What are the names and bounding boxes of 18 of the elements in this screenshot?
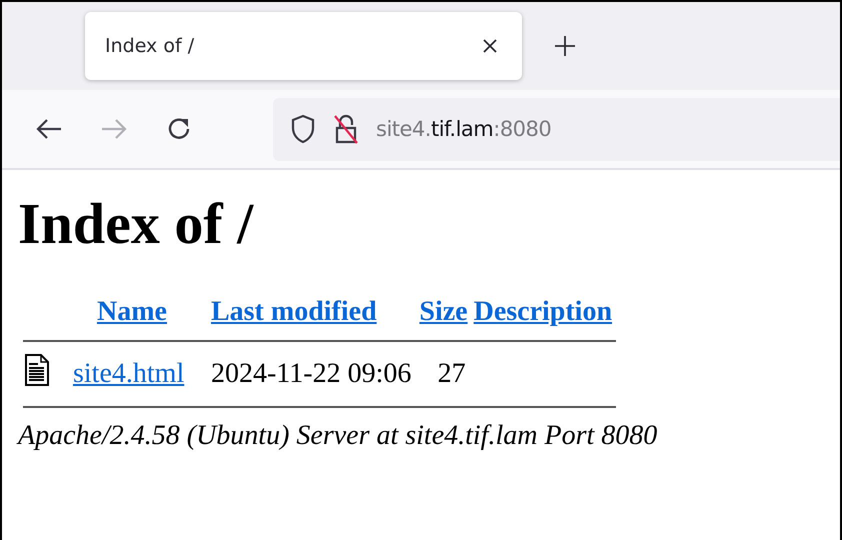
back-icon[interactable] (35, 118, 63, 140)
url-text: site4.tif.lam:8080 (376, 117, 552, 141)
column-sort-link[interactable]: Name (97, 296, 167, 327)
table-cell-text: 27 (436, 356, 467, 391)
page-heading: Index of / (18, 192, 255, 256)
column-sort-link[interactable]: Description (474, 296, 612, 327)
browser-tab[interactable]: Index of / (85, 12, 522, 80)
file-link[interactable]: site4.html (73, 358, 184, 389)
column-sort-link[interactable]: Last modified (210, 296, 377, 327)
close-icon[interactable] (482, 38, 498, 54)
crossed-lock-icon[interactable] (332, 113, 360, 145)
shield-icon[interactable] (290, 114, 316, 144)
new-tab-icon[interactable] (554, 35, 576, 57)
file-icon (25, 354, 49, 386)
table-cell-text: 2024-11-22 09:06 (210, 356, 412, 391)
column-sort-link[interactable]: Size (419, 296, 468, 327)
server-signature: Apache/2.4.58 (Ubuntu) Server at site4.tif.lam Port 8080 (18, 420, 658, 452)
address-bar[interactable]: site4.tif.lam:8080 (273, 98, 840, 160)
